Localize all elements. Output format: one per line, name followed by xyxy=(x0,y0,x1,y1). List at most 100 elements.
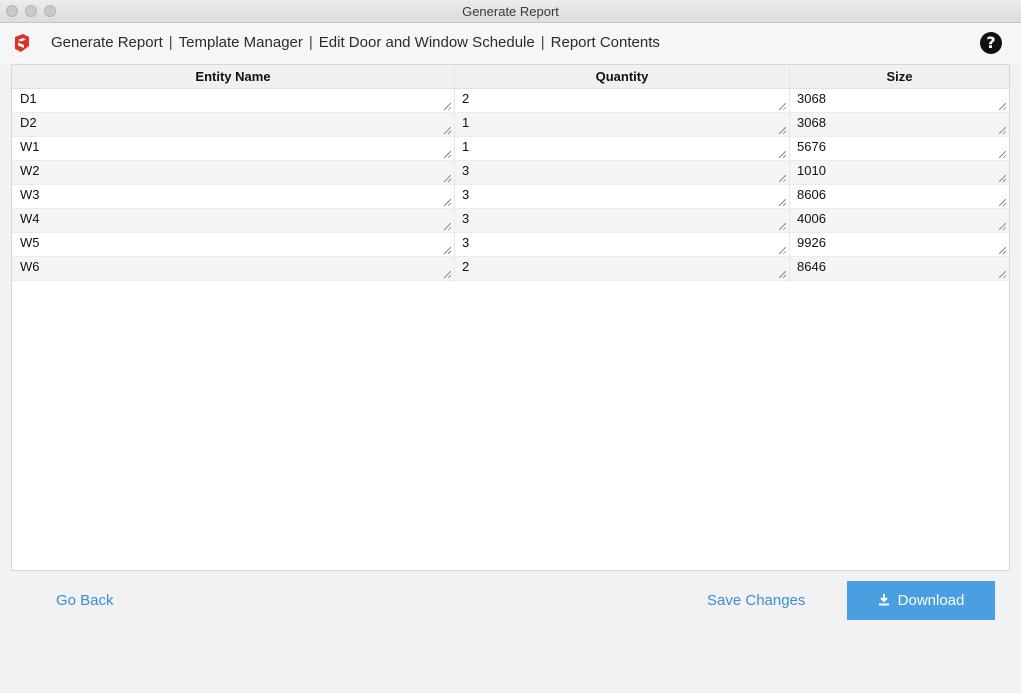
size-cell[interactable]: 8606 xyxy=(790,185,1009,209)
cell-value: W4 xyxy=(20,211,40,226)
size-cell[interactable]: 3068 xyxy=(790,89,1009,113)
quantity-cell[interactable]: 1 xyxy=(455,137,790,161)
table-row: W4 3 4006 xyxy=(12,209,1009,233)
quantity-cell[interactable]: 3 xyxy=(455,209,790,233)
resize-grip-icon[interactable] xyxy=(999,103,1006,110)
size-cell[interactable]: 9926 xyxy=(790,233,1009,257)
column-header-quantity[interactable]: Quantity xyxy=(455,65,790,89)
entity-name-cell[interactable]: W5 xyxy=(12,233,455,257)
cell-value: 3 xyxy=(462,235,470,250)
crumb-edit-door-window-schedule[interactable]: Edit Door and Window Schedule xyxy=(319,34,535,51)
resize-grip-icon[interactable] xyxy=(444,199,451,206)
window-titlebar: Generate Report xyxy=(0,0,1021,23)
resize-grip-icon[interactable] xyxy=(999,151,1006,158)
entity-name-cell[interactable]: D1 xyxy=(12,89,455,113)
table-row: W1 1 5676 xyxy=(12,137,1009,161)
quantity-cell[interactable]: 3 xyxy=(455,185,790,209)
table-row: W2 3 1010 xyxy=(12,161,1009,185)
quantity-cell[interactable]: 2 xyxy=(455,257,790,281)
resize-grip-icon[interactable] xyxy=(999,127,1006,134)
cell-value: W1 xyxy=(20,139,40,154)
resize-grip-icon[interactable] xyxy=(444,151,451,158)
table-row: W5 3 9926 xyxy=(12,233,1009,257)
cell-value: 1 xyxy=(462,139,470,154)
cell-value: D2 xyxy=(20,115,37,130)
resize-grip-icon[interactable] xyxy=(999,175,1006,182)
download-button[interactable]: Download xyxy=(847,581,995,620)
crumb-report-contents[interactable]: Report Contents xyxy=(551,34,660,51)
size-cell[interactable]: 5676 xyxy=(790,137,1009,161)
column-header-size[interactable]: Size xyxy=(790,65,1009,89)
resize-grip-icon[interactable] xyxy=(779,151,786,158)
table-row: D1 2 3068 xyxy=(12,89,1009,113)
quantity-cell[interactable]: 1 xyxy=(455,113,790,137)
window-title: Generate Report xyxy=(462,4,559,19)
resize-grip-icon[interactable] xyxy=(779,247,786,254)
cell-value: W3 xyxy=(20,187,40,202)
crumb-generate-report[interactable]: Generate Report xyxy=(51,34,163,51)
resize-grip-icon[interactable] xyxy=(444,271,451,278)
cell-value: 8606 xyxy=(797,187,826,202)
cell-value: 4006 xyxy=(797,211,826,226)
size-cell[interactable]: 3068 xyxy=(790,113,1009,137)
size-cell[interactable]: 1010 xyxy=(790,161,1009,185)
resize-grip-icon[interactable] xyxy=(444,103,451,110)
crumb-separator: | xyxy=(168,34,173,51)
resize-grip-icon[interactable] xyxy=(779,223,786,230)
entity-name-cell[interactable]: W1 xyxy=(12,137,455,161)
resize-grip-icon[interactable] xyxy=(779,199,786,206)
toolbar: Generate Report | Template Manager | Edit Do… xyxy=(0,23,1021,63)
entity-name-cell[interactable]: W3 xyxy=(12,185,455,209)
cell-value: W6 xyxy=(20,259,40,274)
save-changes-link[interactable]: Save Changes xyxy=(707,592,805,609)
resize-grip-icon[interactable] xyxy=(999,223,1006,230)
size-cell[interactable]: 4006 xyxy=(790,209,1009,233)
help-icon[interactable]: ? xyxy=(980,32,1002,54)
entity-name-cell[interactable]: W4 xyxy=(12,209,455,233)
table-row: D2 1 3068 xyxy=(12,113,1009,137)
resize-grip-icon[interactable] xyxy=(444,247,451,254)
resize-grip-icon[interactable] xyxy=(444,127,451,134)
column-header-entity-name[interactable]: Entity Name xyxy=(12,65,455,89)
cell-value: 8646 xyxy=(797,259,826,274)
resize-grip-icon[interactable] xyxy=(779,103,786,110)
schedule-table: Entity Name Quantity Size D1 2 3068 D2 1 3068… xyxy=(11,64,1010,571)
cell-value: 3068 xyxy=(797,115,826,130)
cell-value: 1 xyxy=(462,115,470,130)
resize-grip-icon[interactable] xyxy=(444,175,451,182)
cell-value: 5676 xyxy=(797,139,826,154)
cell-value: 9926 xyxy=(797,235,826,250)
cell-value: W2 xyxy=(20,163,40,178)
cell-value: 1010 xyxy=(797,163,826,178)
breadcrumb: Generate Report | Template Manager | Edit Do… xyxy=(51,34,660,51)
download-label: Download xyxy=(897,592,965,609)
sketchup-logo-icon xyxy=(15,34,29,52)
table-row: W6 2 8646 xyxy=(12,257,1009,281)
quantity-cell[interactable]: 2 xyxy=(455,89,790,113)
table-row: W3 3 8606 xyxy=(12,185,1009,209)
entity-name-cell[interactable]: W6 xyxy=(12,257,455,281)
cell-value: 3 xyxy=(462,187,470,202)
quantity-cell[interactable]: 3 xyxy=(455,233,790,257)
resize-grip-icon[interactable] xyxy=(999,199,1006,206)
entity-name-cell[interactable]: D2 xyxy=(12,113,455,137)
resize-grip-icon[interactable] xyxy=(444,223,451,230)
entity-name-cell[interactable]: W2 xyxy=(12,161,455,185)
cell-value: D1 xyxy=(20,91,37,106)
crumb-separator: | xyxy=(308,34,313,51)
cell-value: 3 xyxy=(462,211,470,226)
resize-grip-icon[interactable] xyxy=(779,127,786,134)
crumb-template-manager[interactable]: Template Manager xyxy=(179,34,303,51)
resize-grip-icon[interactable] xyxy=(779,175,786,182)
cell-value: 2 xyxy=(462,259,470,274)
cell-value: W5 xyxy=(20,235,40,250)
quantity-cell[interactable]: 3 xyxy=(455,161,790,185)
go-back-link[interactable]: Go Back xyxy=(56,592,114,609)
table-header: Entity Name Quantity Size xyxy=(12,65,1009,89)
cell-value: 3068 xyxy=(797,91,826,106)
size-cell[interactable]: 8646 xyxy=(790,257,1009,281)
resize-grip-icon[interactable] xyxy=(999,271,1006,278)
resize-grip-icon[interactable] xyxy=(999,247,1006,254)
cell-value: 3 xyxy=(462,163,470,178)
resize-grip-icon[interactable] xyxy=(779,271,786,278)
